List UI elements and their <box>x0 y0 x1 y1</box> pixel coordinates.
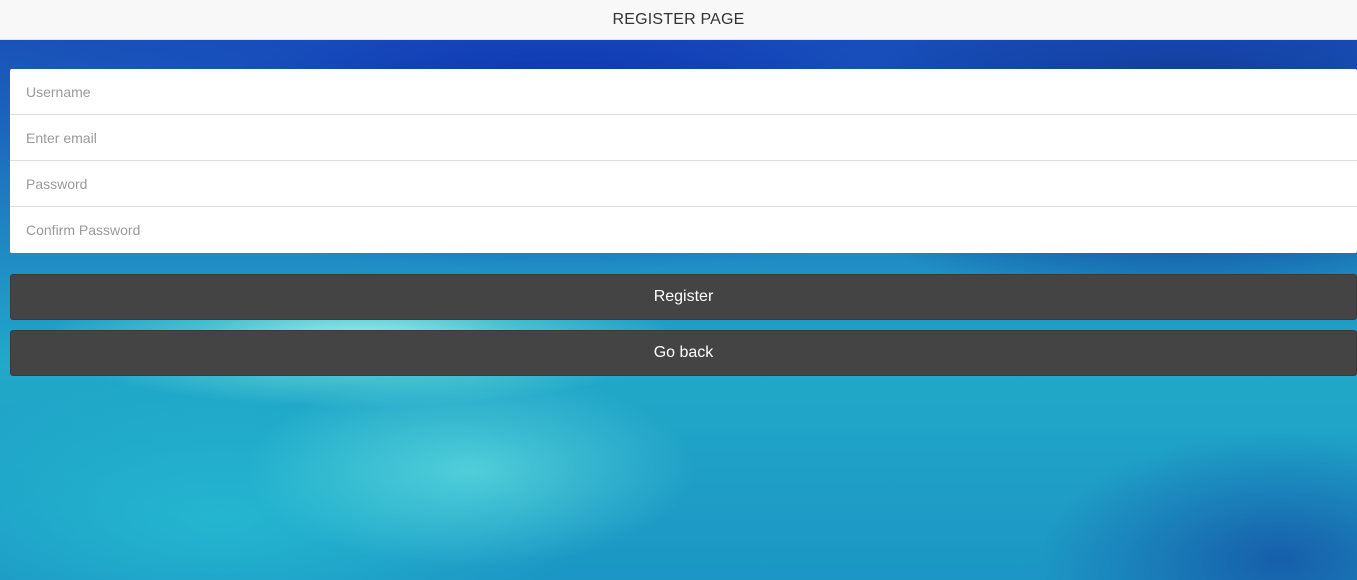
email-row <box>10 115 1357 161</box>
page-header: REGISTER PAGE <box>0 0 1357 40</box>
password-row <box>10 161 1357 207</box>
username-row <box>10 69 1357 115</box>
page-title: REGISTER PAGE <box>612 10 745 28</box>
username-input[interactable] <box>10 69 1357 114</box>
go-back-button-label: Go back <box>653 344 714 361</box>
confirm-password-row <box>10 207 1357 253</box>
password-input[interactable] <box>10 161 1357 206</box>
register-button[interactable]: Register <box>10 274 1357 320</box>
register-form: Register Go back <box>10 69 1357 376</box>
go-back-button[interactable]: Go back <box>10 330 1357 376</box>
confirm-password-input[interactable] <box>10 207 1357 253</box>
input-group <box>10 69 1357 253</box>
register-button-label: Register <box>653 288 714 305</box>
email-input[interactable] <box>10 115 1357 160</box>
